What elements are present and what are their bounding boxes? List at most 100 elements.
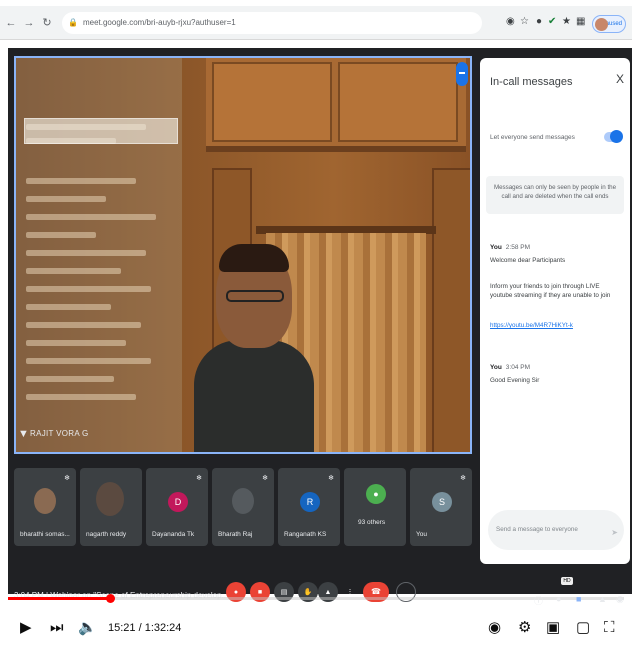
participant-tile[interactable]: ❄ R Ranganath KS (278, 468, 340, 546)
people-icon[interactable]: ● (556, 594, 561, 604)
overlay-line (26, 286, 151, 292)
message-text: Inform your friends to join through LIVE… (490, 283, 611, 300)
group-avatar-icon: ● (366, 484, 386, 504)
stage-options-button[interactable] (456, 62, 468, 86)
progress-bar[interactable] (8, 594, 624, 603)
mic-off-icon: ❄ (460, 475, 466, 482)
participant-name: Bharath Raj (218, 531, 253, 538)
overlay-line (26, 250, 146, 256)
extension-icon[interactable]: ● (536, 16, 542, 27)
video-cabinet (206, 58, 466, 152)
back-arrow-icon[interactable]: ← (4, 17, 18, 29)
puzzle-extension-icon[interactable]: ▦ (576, 16, 585, 27)
overlay-line (26, 178, 136, 184)
overlay-line (26, 196, 106, 202)
presenter-hair (219, 244, 289, 272)
message-sender: You 3:04 PM (490, 364, 530, 371)
forward-arrow-icon[interactable]: → (22, 17, 36, 29)
hd-badge: HD (561, 577, 573, 585)
participant-name: Dayananda Tk (152, 531, 195, 538)
participant-tile[interactable]: ● 93 others (344, 468, 406, 546)
message-link[interactable]: https://youtu.be/M4R7HiKYt-k (490, 322, 573, 329)
send-messages-toggle[interactable] (604, 130, 623, 143)
time-display: 15:21 / 1:32:24 (108, 622, 182, 634)
url-text: meet.google.com/bri-auyb-rjxu?authuser=1 (82, 18, 236, 27)
message-time: 2:58 PM (505, 244, 531, 251)
overlay-line (26, 214, 156, 220)
video-cabinet-door (212, 62, 332, 142)
mic-off-icon: ❄ (196, 475, 202, 482)
check-extension-icon[interactable]: ✔ (548, 16, 556, 27)
overlay-line (26, 394, 136, 400)
video-cabinet-door (338, 62, 458, 142)
presenter-name: RAJIT VORA G (30, 429, 89, 438)
toggle-label: Let everyone send messages (490, 134, 575, 141)
participant-name: nagarth reddy (86, 531, 127, 538)
main-video-stage[interactable]: ▼ RAJIT VORA G (14, 56, 472, 454)
overlay-box (24, 118, 178, 144)
message-text: Good Evening Sir (490, 377, 540, 384)
message-sender: You 2:58 PM (490, 244, 530, 251)
play-icon[interactable]: ▶ (20, 620, 32, 636)
presenter-glasses (226, 290, 284, 302)
lock-icon: 🔒 (68, 18, 78, 27)
participant-photo (232, 488, 254, 514)
participant-tile[interactable]: ❄ D Dayananda Tk (146, 468, 208, 546)
chat-panel: In-call messages X Let everyone send mes… (480, 58, 630, 564)
overlay-line (26, 268, 121, 274)
panel-title: In-call messages (490, 76, 573, 88)
participant-avatar: R (300, 492, 320, 512)
avatar (595, 18, 608, 31)
overlay-line (26, 358, 151, 364)
participant-avatar: S (432, 492, 452, 512)
meet-window: ▼ RAJIT VORA G ❄ bharathi somas... nagar… (8, 48, 632, 594)
participant-tile[interactable]: nagarth reddy (80, 468, 142, 546)
screenshot-root: ← → ↻ 🔒 meet.google.com/bri-auyb-rjxu?au… (0, 0, 632, 650)
overlay-line (26, 340, 126, 346)
chat-notice: Messages can only be seen by people in t… (486, 176, 624, 214)
participant-photo (34, 488, 56, 514)
settings-gear-icon[interactable]: ⚙ (518, 620, 531, 636)
bookmark-star-icon[interactable]: ☆ (520, 16, 529, 27)
overlay-line (26, 376, 114, 382)
video-cabinet-side (432, 168, 470, 452)
reload-icon[interactable]: ↻ (40, 16, 54, 29)
participant-name: You (416, 531, 427, 538)
miniplayer-icon[interactable]: ▣ (546, 620, 560, 636)
next-icon[interactable]: ⏭ (50, 620, 64, 636)
participant-photo (96, 482, 124, 516)
message-text: Welcome dear Participants (490, 257, 566, 264)
autoplay-toggle[interactable]: ◉ (488, 620, 501, 636)
message-time: 3:04 PM (505, 364, 531, 371)
message-input[interactable]: Send a message to everyone (488, 510, 624, 550)
participant-tile[interactable]: ❄ bharathi somas... (14, 468, 76, 546)
address-bar[interactable]: 🔒 meet.google.com/bri-auyb-rjxu?authuser… (62, 11, 482, 34)
faded-overlay-panel (16, 58, 182, 452)
pin-extension-icon[interactable]: ★ (562, 16, 571, 27)
presenter-body (194, 340, 314, 452)
participant-name: Ranganath KS (284, 531, 327, 538)
participant-name: 93 others (358, 519, 386, 526)
progress-scrubber[interactable] (106, 594, 116, 603)
close-panel-button[interactable]: X (616, 72, 624, 86)
theater-mode-icon[interactable]: ▢ (576, 620, 590, 636)
mic-off-icon: ❄ (262, 475, 268, 482)
send-icon[interactable]: ➤ (611, 528, 618, 537)
progress-fill (8, 597, 111, 600)
overlay-line (26, 232, 96, 238)
pin-icon[interactable]: ▼ (18, 428, 29, 440)
browser-toolbar: ← → ↻ 🔒 meet.google.com/bri-auyb-rjxu?au… (0, 6, 632, 40)
sender-name: You (490, 364, 502, 371)
participant-tile[interactable]: ❄ Bharath Raj (212, 468, 274, 546)
activities-icon[interactable]: ▲ (598, 594, 607, 604)
overlay-line (26, 304, 111, 310)
profile-button[interactable]: Paused (592, 15, 626, 33)
chat-icon[interactable]: ■ (576, 594, 581, 604)
participant-tile[interactable]: ❄ S You (410, 468, 472, 546)
participant-name: bharathi somas... (20, 531, 70, 538)
mic-off-icon: ❄ (64, 475, 70, 482)
cast-icon[interactable]: ◉ (506, 16, 515, 27)
fullscreen-icon[interactable]: ⛶ (604, 620, 615, 636)
volume-icon[interactable]: 🔈 (78, 620, 97, 636)
participant-avatar: D (168, 492, 188, 512)
